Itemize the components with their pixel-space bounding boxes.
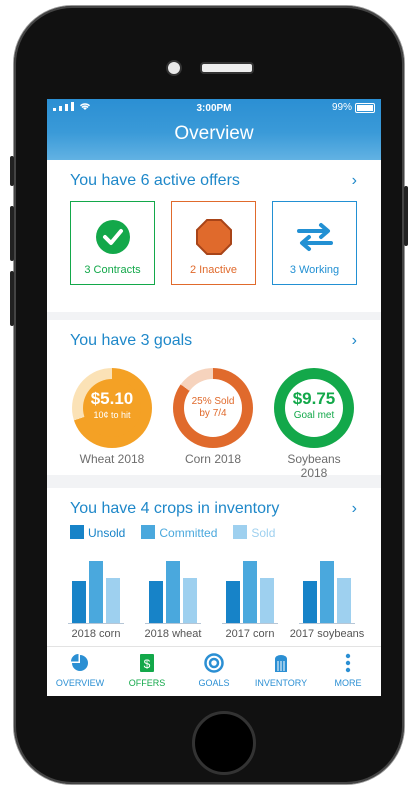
crop-label: 2018 corn xyxy=(71,628,121,640)
goal-soybeans[interactable]: $9.75 Goal met Soybeans 2018 xyxy=(274,368,354,480)
app-header: 3:00PM 99% Overview xyxy=(47,99,381,160)
tab-label: MORE xyxy=(334,678,362,688)
crop-label: 2018 wheat xyxy=(144,628,202,640)
goal-ring-center: 25% Sold by 7/4 xyxy=(184,379,242,437)
power-button xyxy=(404,186,408,246)
crop-label: 2017 soybeans xyxy=(289,628,365,640)
earpiece-speaker xyxy=(200,62,254,74)
contracts-tile[interactable]: 3 Contracts xyxy=(70,201,155,285)
battery-icon xyxy=(355,102,375,113)
goal-ring: 25% Sold by 7/4 xyxy=(173,368,253,448)
working-label: 3 Working xyxy=(289,264,340,276)
more-dots-icon xyxy=(345,653,351,673)
inactive-label: 2 Inactive xyxy=(189,264,238,276)
status-time: 3:00PM xyxy=(196,103,232,114)
goal-name: Wheat 2018 xyxy=(79,452,145,466)
target-icon xyxy=(204,653,224,673)
inventory-card[interactable]: You have 4 crops in inventory › Unsold C… xyxy=(47,488,381,646)
inventory-bar-sold xyxy=(337,578,351,623)
crop-axis-line xyxy=(299,623,355,624)
status-bar: 3:00PM 99% xyxy=(47,101,381,115)
crop-axis-line xyxy=(68,623,124,624)
goal-value: 25% Sold xyxy=(191,396,235,407)
volume-down-button xyxy=(10,271,14,326)
goals-chevron-icon[interactable]: › xyxy=(352,332,357,350)
offers-heading[interactable]: You have 6 active offers xyxy=(70,172,240,190)
inventory-bar-sold xyxy=(260,578,274,623)
goal-corn[interactable]: 25% Sold by 7/4 Corn 2018 xyxy=(173,368,253,466)
inventory-bar-unsold xyxy=(226,581,240,623)
offers-card[interactable]: You have 6 active offers › 3 Contracts 2… xyxy=(47,160,381,312)
legend-sold: Sold xyxy=(233,525,275,540)
crop-axis-line xyxy=(222,623,278,624)
goal-value: $9.75 xyxy=(292,389,336,408)
inactive-tile[interactable]: 2 Inactive xyxy=(171,201,256,285)
goal-ring-center: $5.10 10¢ to hit xyxy=(83,379,141,437)
goal-name: Soybeans 2018 xyxy=(287,452,341,480)
goal-sub: 10¢ to hit xyxy=(93,410,131,420)
goal-name: Corn 2018 xyxy=(184,452,242,466)
goal-ring-center: $9.75 Goal met xyxy=(285,379,343,437)
inventory-bar-sold xyxy=(183,578,197,623)
tab-bar: OVERVIEW $ OFFERS GOALS INVENTORY MORE xyxy=(47,646,381,696)
crop-label: 2017 corn xyxy=(225,628,275,640)
home-button[interactable] xyxy=(192,711,256,775)
tab-inventory[interactable]: INVENTORY xyxy=(248,653,314,688)
goal-value: $5.10 xyxy=(90,389,134,408)
inventory-chevron-icon[interactable]: › xyxy=(352,500,357,518)
tab-overview[interactable]: OVERVIEW xyxy=(47,653,113,688)
contracts-label: 3 Contracts xyxy=(84,264,141,276)
tab-offers[interactable]: $ OFFERS xyxy=(114,653,180,688)
working-tile[interactable]: 3 Working xyxy=(272,201,357,285)
goals-heading[interactable]: You have 3 goals xyxy=(70,332,192,350)
inventory-bar-unsold xyxy=(303,581,317,623)
goal-ring: $5.10 10¢ to hit xyxy=(72,368,152,448)
svg-text:$: $ xyxy=(144,657,151,671)
inventory-bar-unsold xyxy=(72,581,86,623)
tab-label: OFFERS xyxy=(128,678,166,688)
goal-ring: $9.75 Goal met xyxy=(274,368,354,448)
app-screen: 3:00PM 99% Overview You have 6 active of… xyxy=(47,99,381,696)
tab-label: GOALS xyxy=(198,678,230,688)
inventory-heading[interactable]: You have 4 crops in inventory xyxy=(70,500,279,518)
tab-goals[interactable]: GOALS xyxy=(181,653,247,688)
inventory-bar-committed xyxy=(243,561,257,623)
inventory-bar-sold xyxy=(106,578,120,623)
silo-icon xyxy=(275,655,287,672)
inventory-bar-committed xyxy=(89,561,103,623)
mute-switch xyxy=(10,156,14,186)
inventory-bar-committed xyxy=(166,561,180,623)
offers-chevron-icon[interactable]: › xyxy=(352,172,357,190)
goal-sub: Goal met xyxy=(293,410,335,421)
battery-percent: 99% xyxy=(331,102,352,113)
tab-more[interactable]: MORE xyxy=(315,653,381,688)
page-title: Overview xyxy=(174,123,254,144)
volume-up-button xyxy=(10,206,14,261)
inventory-bar-unsold xyxy=(149,581,163,623)
tab-label: INVENTORY xyxy=(254,678,308,688)
inventory-legend: Unsold Committed Sold xyxy=(70,525,275,540)
check-circle-icon xyxy=(96,220,130,254)
inventory-bar-committed xyxy=(320,561,334,623)
goal-sub: by 7/4 xyxy=(199,408,227,419)
legend-unsold: Unsold xyxy=(70,525,125,540)
stop-octagon-icon xyxy=(196,219,232,255)
tab-label: OVERVIEW xyxy=(55,678,105,688)
swap-arrows-icon xyxy=(297,223,333,251)
dollar-document-icon: $ xyxy=(140,654,154,672)
pie-chart-icon xyxy=(71,654,88,671)
crop-axis-line xyxy=(145,623,201,624)
goals-card[interactable]: You have 3 goals › $5.10 10¢ to hit Whea… xyxy=(47,320,381,480)
goal-wheat[interactable]: $5.10 10¢ to hit Wheat 2018 xyxy=(72,368,152,466)
legend-committed: Committed xyxy=(141,525,217,540)
front-camera xyxy=(166,60,182,76)
